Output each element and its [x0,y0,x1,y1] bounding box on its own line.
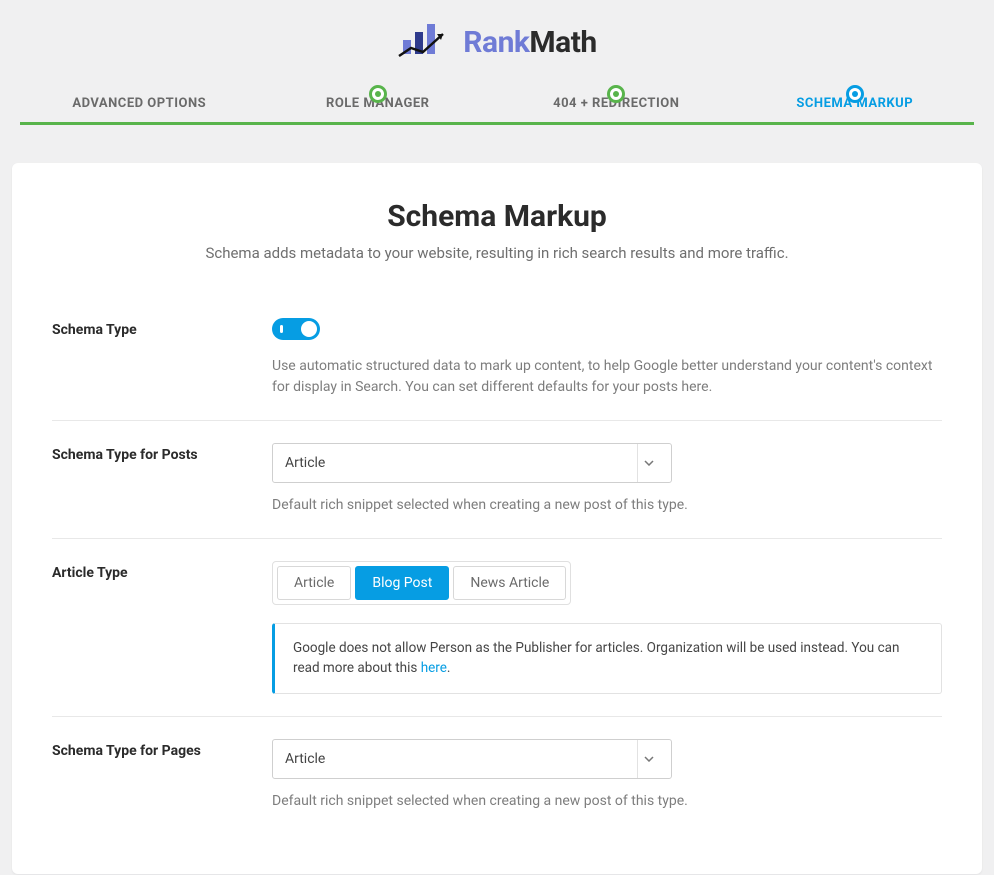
notice-text: Google does not allow Person as the Publ… [293,640,899,676]
article-type-group: Article Blog Post News Article [272,561,571,605]
article-type-option-news-article[interactable]: News Article [453,566,566,600]
step-advanced-options[interactable]: ADVANCED OPTIONS [20,96,259,133]
publisher-notice: Google does not allow Person as the Publ… [272,623,942,694]
brand-logo-icon [397,22,451,62]
page-subtitle: Schema adds metadata to your website, re… [52,244,942,262]
field-help: Default rich snippet selected when creat… [272,791,942,812]
step-schema-markup[interactable]: SCHEMA MARKUP [736,96,975,133]
chevron-down-icon [637,740,659,778]
notice-link[interactable]: here [421,660,447,676]
chevron-down-icon [637,444,659,482]
step-404-redirection[interactable]: 404 + REDIRECTION [497,96,736,133]
step-label: ADVANCED OPTIONS [20,96,259,133]
article-type-option-blog-post[interactable]: Blog Post [355,566,449,600]
brand-header: RankMath [0,0,994,86]
field-label: Schema Type for Posts [52,443,252,516]
wizard-stepper: ADVANCED OPTIONS ROLE MANAGER 404 + REDI… [0,96,994,163]
step-dot-icon [846,85,864,103]
field-schema-type: Schema Type Use automatic structured dat… [52,296,942,421]
schema-posts-select[interactable]: Article [272,443,672,483]
step-dot-icon [369,85,387,103]
field-schema-pages: Schema Type for Pages Article Default ri… [52,717,942,834]
field-help: Use automatic structured data to mark up… [272,356,942,398]
field-article-type: Article Type Article Blog Post News Arti… [52,539,942,717]
page-title: Schema Markup [52,199,942,234]
field-schema-posts: Schema Type for Posts Article Default ri… [52,421,942,539]
step-dot-icon [607,85,625,103]
select-value: Article [285,751,325,767]
notice-text: . [447,660,451,676]
schema-pages-select[interactable]: Article [272,739,672,779]
settings-panel: Schema Markup Schema adds metadata to yo… [12,163,982,874]
select-value: Article [285,455,325,471]
step-role-manager[interactable]: ROLE MANAGER [259,96,498,133]
brand-logo: RankMath [397,22,596,62]
field-label: Schema Type [52,318,252,398]
brand-logo-text: RankMath [463,25,596,60]
field-label: Article Type [52,561,252,694]
field-help: Default rich snippet selected when creat… [272,495,942,516]
schema-type-toggle[interactable] [272,318,320,340]
article-type-option-article[interactable]: Article [277,566,351,600]
field-label: Schema Type for Pages [52,739,252,812]
